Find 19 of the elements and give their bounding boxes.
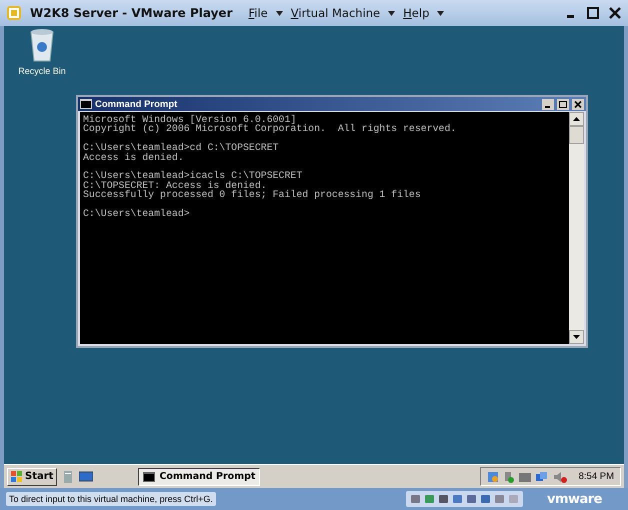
console-line: C:\Users\teamlead>cd C:\TOPSECRET (83, 143, 280, 153)
console-line: Access is denied. (83, 152, 185, 162)
menu-item[interactable]: Help (403, 6, 430, 20)
console-line: Copyright (c) 2006 Microsoft Corporation. All rights reserved. (83, 124, 458, 134)
menu-item[interactable]: Virtual Machine (290, 6, 380, 20)
task-button[interactable]: Command Prompt (138, 468, 260, 486)
start-button[interactable]: Start (7, 468, 58, 486)
status-hint: To direct input to this virtual machine, press Ctrl+G. (6, 492, 216, 506)
menu-item[interactable]: File (248, 6, 268, 20)
icon-label[interactable]: Recycle Bin (18, 66, 66, 76)
clock[interactable]: 8:54 PM (578, 471, 614, 482)
console-line: Successfully processed 0 files; Failed processing 1 files (83, 190, 422, 200)
vmware-logo: vmware (546, 492, 602, 506)
console-line: C:\Users\teamlead> (83, 209, 191, 218)
console-line: Microsoft Windows [Version 6.0.6001] (83, 115, 296, 124)
console-line: C:\Users\teamlead>icacls C:\TOPSECRET (83, 171, 304, 181)
window-title: Command Prompt (95, 98, 178, 110)
window-title: W2K8 Server - VMware Player (30, 6, 232, 20)
console-line: C:\TOPSECRET: Access is denied. (83, 180, 268, 190)
